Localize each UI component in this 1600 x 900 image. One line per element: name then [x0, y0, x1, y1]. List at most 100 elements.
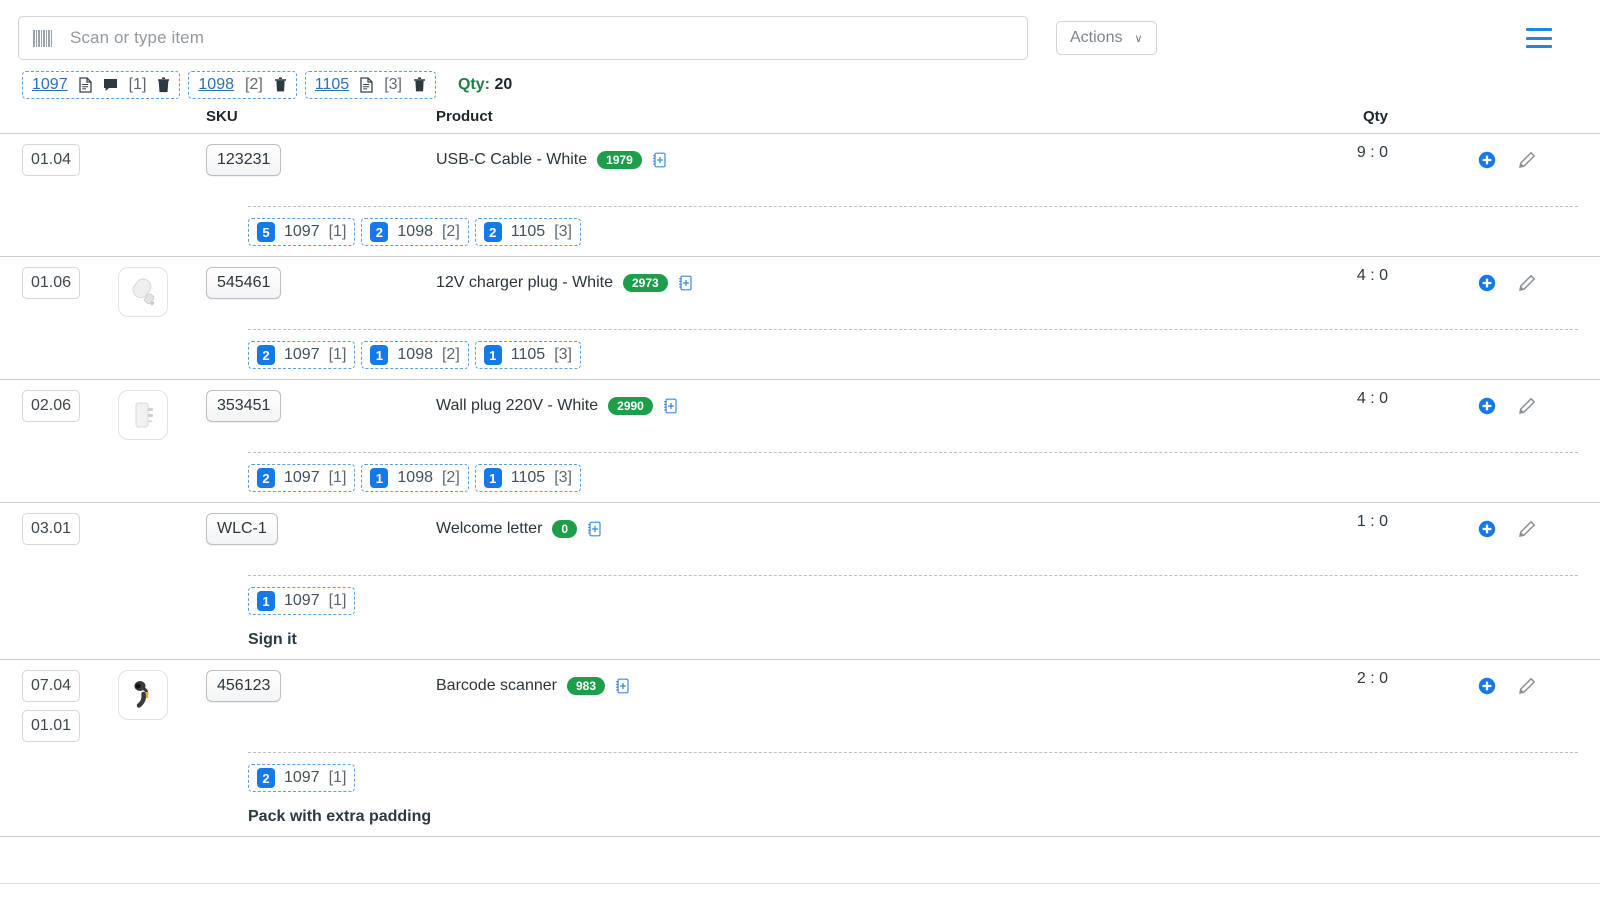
- position-box[interactable]: 07.04: [22, 670, 80, 702]
- order-chip[interactable]: 1097 [1]: [22, 71, 181, 99]
- allocation-order: 1098: [397, 223, 433, 240]
- allocation-count: 2: [483, 222, 502, 242]
- pencil-icon[interactable]: [1518, 520, 1536, 538]
- order-bracket: [3]: [384, 76, 402, 93]
- allocation-chip[interactable]: 1 1097 [1]: [248, 587, 356, 615]
- allocation-order: 1105: [510, 346, 546, 363]
- allocation-chip[interactable]: 1 1098 [2]: [361, 341, 469, 369]
- header-sku: SKU: [206, 108, 238, 125]
- allocation-bracket: [1]: [328, 223, 347, 240]
- actions-cell: [1460, 513, 1578, 545]
- sku-value[interactable]: 456123: [206, 670, 282, 702]
- allocation-chip[interactable]: 1 1098 [2]: [361, 464, 469, 492]
- actions-cell: [1460, 267, 1578, 299]
- allocations-wrapper: 2 1097 [1] 1 1098 [2] 1 1105 [3]: [248, 329, 1578, 369]
- pencil-icon[interactable]: [1518, 397, 1536, 415]
- product-thumbnail[interactable]: [118, 670, 168, 720]
- order-link[interactable]: 1097: [32, 76, 68, 94]
- add-circle-icon[interactable]: [1478, 274, 1496, 292]
- pencil-icon[interactable]: [1518, 677, 1536, 695]
- allocation-chip[interactable]: 5 1097 [1]: [248, 218, 356, 246]
- actions-dropdown-button[interactable]: Actions ∨: [1056, 21, 1157, 55]
- add-circle-icon[interactable]: [1478, 151, 1496, 169]
- allocations-wrapper: 5 1097 [1] 2 1098 [2] 2 1105 [3]: [248, 206, 1578, 246]
- add-note-icon[interactable]: [678, 275, 693, 291]
- comment-icon[interactable]: [103, 78, 118, 92]
- allocation-order: 1097: [284, 223, 320, 240]
- allocation-count: 1: [370, 345, 389, 365]
- product-thumbnail[interactable]: [118, 390, 168, 440]
- product-name: Welcome letter: [436, 520, 543, 537]
- sku-value[interactable]: 353451: [206, 390, 282, 422]
- add-note-icon[interactable]: [615, 678, 630, 694]
- sku-cell: 353451: [206, 390, 436, 422]
- allocation-bracket: [1]: [328, 346, 347, 363]
- position-box[interactable]: 01.06: [22, 267, 80, 299]
- barcode-icon: [33, 29, 52, 47]
- allocation-count: 1: [370, 468, 389, 488]
- order-bracket: [2]: [244, 76, 263, 93]
- hamburger-menu-icon[interactable]: [1526, 28, 1552, 48]
- product-cell: Barcode scanner 983: [436, 670, 1310, 702]
- qty-cell: 4 : 0: [1356, 267, 1388, 284]
- position-box[interactable]: 01.01: [22, 710, 80, 742]
- table-row: 07.04 01.01 456123 Barcode scanner 983 2…: [0, 660, 1600, 837]
- product-thumbnail[interactable]: [118, 267, 168, 317]
- row-note: Pack with extra padding: [248, 808, 432, 825]
- add-circle-icon[interactable]: [1478, 677, 1496, 695]
- add-circle-icon[interactable]: [1478, 520, 1496, 538]
- position-cell: 01.06: [22, 267, 118, 299]
- stock-badge: 1979: [597, 151, 642, 169]
- pencil-icon[interactable]: [1518, 151, 1536, 169]
- allocation-chip[interactable]: 1 1105 [3]: [474, 464, 581, 492]
- document-icon[interactable]: [360, 77, 373, 93]
- actions-label: Actions: [1070, 29, 1123, 46]
- actions-cell: [1460, 144, 1578, 176]
- document-icon[interactable]: [78, 77, 92, 93]
- sku-value[interactable]: WLC-1: [206, 513, 278, 545]
- scan-input-wrapper[interactable]: Scan or type item: [18, 16, 1028, 60]
- sku-value[interactable]: 545461: [206, 267, 282, 299]
- order-chip[interactable]: 1105 [3]: [304, 71, 436, 99]
- position-box[interactable]: 02.06: [22, 390, 80, 422]
- product-name: Wall plug 220V - White: [436, 397, 599, 414]
- pencil-icon[interactable]: [1518, 274, 1536, 292]
- thumbnail-cell: [118, 267, 206, 317]
- allocation-bracket: [1]: [328, 592, 347, 609]
- position-box[interactable]: 01.04: [22, 144, 80, 176]
- order-link[interactable]: 1105: [315, 76, 349, 94]
- allocation-chip[interactable]: 2 1097 [1]: [248, 764, 356, 792]
- allocation-order: 1098: [397, 469, 433, 486]
- add-note-icon[interactable]: [587, 521, 602, 537]
- allocation-bracket: [2]: [441, 469, 460, 486]
- allocation-chip[interactable]: 1 1105 [3]: [474, 341, 581, 369]
- sku-cell: 123231: [206, 144, 436, 176]
- allocation-chip[interactable]: 2 1097 [1]: [248, 341, 356, 369]
- sku-cell: 456123: [206, 670, 436, 702]
- table-row: 01.06 545461 12V charger plug - White 29…: [0, 257, 1600, 380]
- allocations-wrapper: 2 1097 [1] 1 1098 [2] 1 1105 [3]: [248, 452, 1578, 492]
- allocation-count: 2: [257, 468, 275, 488]
- add-circle-icon[interactable]: [1478, 397, 1496, 415]
- add-note-icon[interactable]: [663, 398, 678, 414]
- trash-icon[interactable]: [157, 77, 170, 93]
- allocation-order: 1097: [284, 469, 320, 486]
- scan-input-placeholder[interactable]: Scan or type item: [70, 28, 204, 48]
- sku-value[interactable]: 123231: [206, 144, 282, 176]
- trash-icon[interactable]: [413, 77, 426, 93]
- order-link[interactable]: 1098: [198, 76, 234, 94]
- total-qty: Qty: 20: [458, 76, 512, 94]
- qty-cell: 9 : 0: [1356, 144, 1388, 161]
- actions-cell: [1460, 670, 1578, 702]
- add-note-icon[interactable]: [652, 152, 667, 168]
- allocation-chip[interactable]: 2 1098 [2]: [361, 218, 469, 246]
- allocation-chip[interactable]: 2 1097 [1]: [248, 464, 356, 492]
- order-chip[interactable]: 1098 [2]: [188, 71, 297, 99]
- trash-icon[interactable]: [274, 77, 287, 93]
- allocation-bracket: [3]: [554, 223, 572, 240]
- allocation-bracket: [3]: [554, 469, 572, 486]
- qty-cell: 2 : 0: [1356, 670, 1388, 687]
- total-qty-value: 20: [494, 76, 513, 93]
- position-box[interactable]: 03.01: [22, 513, 80, 545]
- allocation-chip[interactable]: 2 1105 [3]: [474, 218, 581, 246]
